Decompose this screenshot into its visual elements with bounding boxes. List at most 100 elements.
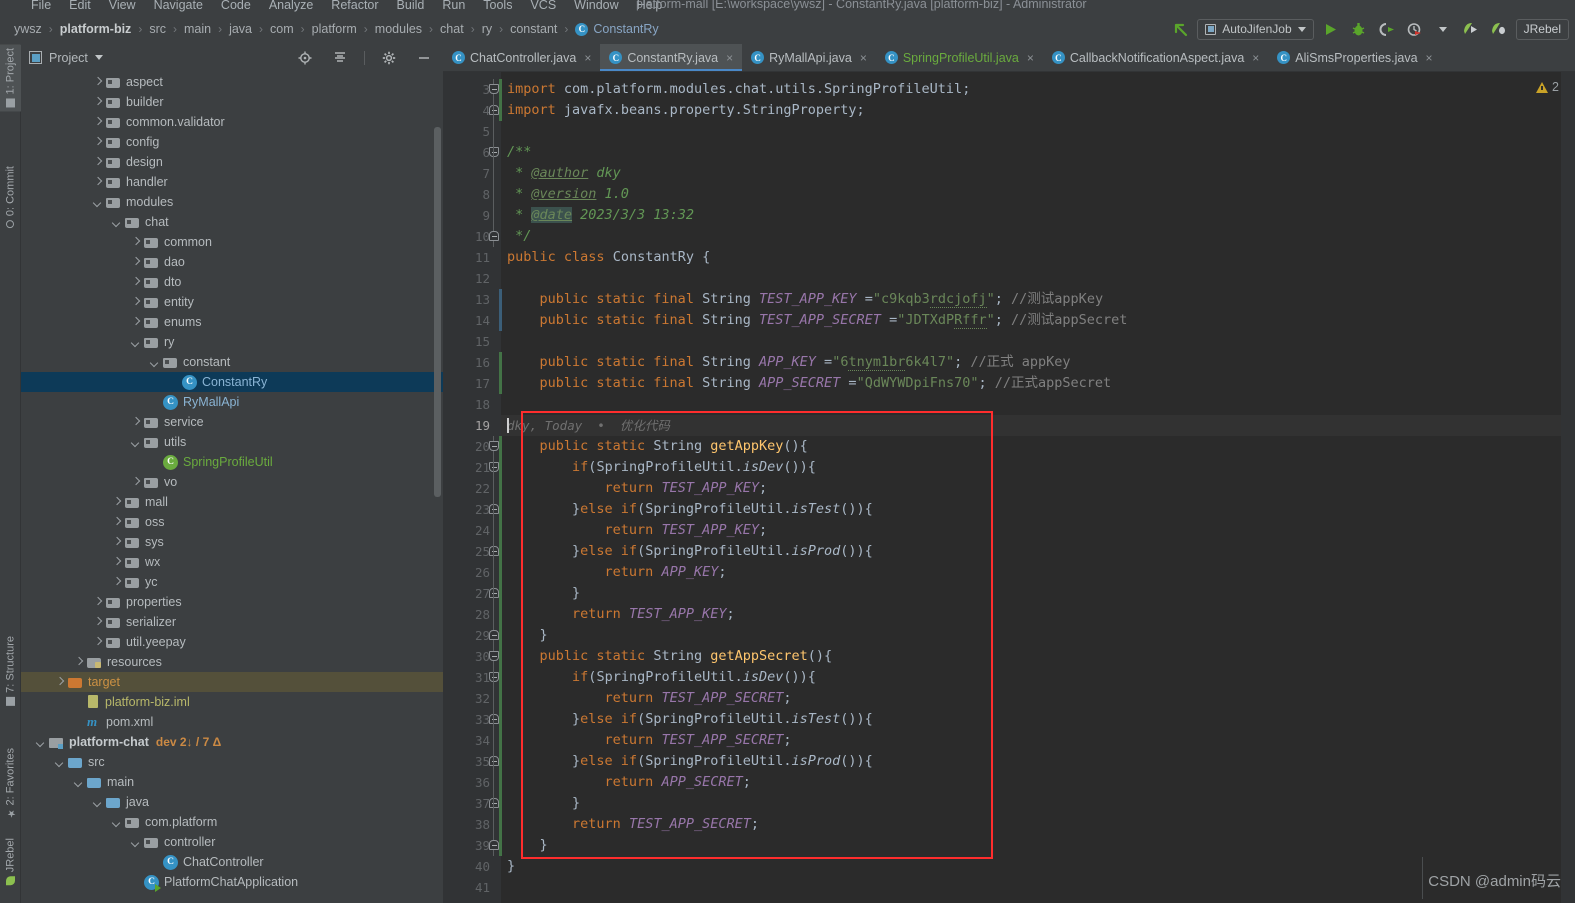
menu-item-tools[interactable]: Tools [474, 0, 521, 14]
tree-item-yc[interactable]: yc [21, 572, 443, 592]
tree-item-util-yeepay[interactable]: util.yeepay [21, 632, 443, 652]
editor-tab-alismsproperties-java[interactable]: C AliSmsProperties.java × [1268, 44, 1441, 71]
breadcrumb-item-main[interactable]: main [184, 22, 211, 36]
tree-item-ry[interactable]: ry [21, 332, 443, 352]
breadcrumb-item-modules[interactable]: modules [375, 22, 422, 36]
tree-item-serializer[interactable]: serializer [21, 612, 443, 632]
tree-item-aspect[interactable]: aspect [21, 72, 443, 92]
tool-window-button-jrebel[interactable]: JRebel [0, 834, 21, 889]
tree-item-enums[interactable]: enums [21, 312, 443, 332]
code-editor[interactable]: 3 4 5 6 7 8 9 10 11 12 13 14 15 16 17 18 19 20 21 22 23 24 25 2… [443, 72, 1575, 903]
tree-item-pom-xml[interactable]: m pom.xml [21, 712, 443, 732]
code-fold-marker[interactable] [488, 835, 499, 856]
chevron-down-icon[interactable] [1432, 18, 1454, 40]
tree-item-config[interactable]: config [21, 132, 443, 152]
editor-tab-bar[interactable]: C ChatController.java × C ConstantRy.java × C R… [443, 44, 1575, 72]
tree-item-common[interactable]: common [21, 232, 443, 252]
vcs-change-marker[interactable] [499, 352, 502, 394]
code-content[interactable]: import com.platform.modules.chat.utils.S… [501, 72, 1575, 903]
chevron-right-icon[interactable] [111, 577, 122, 588]
chevron-right-icon[interactable] [92, 117, 103, 128]
editor-tab-rymallapi-java[interactable]: C RyMallApi.java × [742, 44, 876, 71]
run-configuration-selector[interactable]: AutoJifenJob [1197, 18, 1314, 40]
tree-item-oss[interactable]: oss [21, 512, 443, 532]
tree-item-resources[interactable]: resources [21, 652, 443, 672]
tree-item-design[interactable]: design [21, 152, 443, 172]
tree-item-service[interactable]: service [21, 412, 443, 432]
tool-window-button-7--structure[interactable]: 7: Structure [0, 632, 21, 710]
chevron-right-icon[interactable] [92, 97, 103, 108]
tree-item-constant[interactable]: constant [21, 352, 443, 372]
chevron-down-icon[interactable] [92, 797, 103, 808]
tree-item-sys[interactable]: sys [21, 532, 443, 552]
hide-panel-icon[interactable] [413, 47, 435, 69]
tree-item-main[interactable]: main [21, 772, 443, 792]
menu-item-file[interactable]: File [22, 0, 60, 14]
vcs-change-marker[interactable] [499, 289, 502, 331]
tree-item-chat[interactable]: chat [21, 212, 443, 232]
tree-item-src[interactable]: src [21, 752, 443, 772]
close-icon[interactable]: × [860, 51, 867, 65]
tree-item-entity[interactable]: entity [21, 292, 443, 312]
arrow-up-left-icon[interactable] [1169, 18, 1191, 40]
menu-item-window[interactable]: Window [565, 0, 627, 14]
tool-window-button-2--favorites[interactable]: ★ 2: Favorites [0, 744, 21, 822]
close-icon[interactable]: × [584, 51, 591, 65]
chevron-right-icon[interactable] [54, 677, 65, 688]
chevron-right-icon[interactable] [111, 537, 122, 548]
jrebel-debug-icon[interactable] [1488, 18, 1510, 40]
chevron-down-icon[interactable] [54, 757, 65, 768]
tool-window-button-0--commit[interactable]: 0: Commit [0, 162, 21, 232]
chevron-down-icon[interactable] [130, 437, 141, 448]
tree-item-handler[interactable]: handler [21, 172, 443, 192]
breadcrumb-item-src[interactable]: src [149, 22, 166, 36]
tree-item-builder[interactable]: builder [21, 92, 443, 112]
menu-item-edit[interactable]: Edit [60, 0, 100, 14]
editor-tab-springprofileutil-java[interactable]: C SpringProfileUtil.java × [876, 44, 1043, 71]
breadcrumb-item-chat[interactable]: chat [440, 22, 464, 36]
tool-window-button-persistence[interactable]: Persistence [0, 899, 21, 903]
tree-item-utils[interactable]: utils [21, 432, 443, 452]
chevron-right-icon[interactable] [73, 657, 84, 668]
chevron-right-icon[interactable] [130, 237, 141, 248]
menu-bar[interactable]: File Edit View Navigate Code Analyze Refactor B… [22, 0, 671, 14]
chevron-down-icon[interactable] [130, 337, 141, 348]
chevron-right-icon[interactable] [130, 257, 141, 268]
tree-item-constantry[interactable]: C ConstantRy [21, 372, 443, 392]
chevron-down-icon[interactable] [111, 217, 122, 228]
close-icon[interactable]: × [1426, 51, 1433, 65]
chevron-right-icon[interactable] [130, 317, 141, 328]
breadcrumb-item-com[interactable]: com [270, 22, 294, 36]
tree-item-java[interactable]: java [21, 792, 443, 812]
chevron-right-icon[interactable] [111, 557, 122, 568]
breadcrumb-item-platform-biz[interactable]: platform-biz [60, 22, 132, 36]
vcs-change-marker[interactable] [499, 436, 502, 856]
code-fold-marker[interactable] [488, 226, 499, 247]
code-fold-marker[interactable] [488, 79, 499, 100]
chevron-down-icon[interactable] [73, 777, 84, 788]
tree-item-chatcontroller[interactable]: C ChatController [21, 852, 443, 872]
tree-item-properties[interactable]: properties [21, 592, 443, 612]
chevron-right-icon[interactable] [92, 617, 103, 628]
tree-item-springprofileutil[interactable]: C SpringProfileUtil [21, 452, 443, 472]
menu-item-build[interactable]: Build [388, 0, 434, 14]
chevron-right-icon[interactable] [130, 417, 141, 428]
close-icon[interactable]: × [1252, 51, 1259, 65]
editor-tab-constantry-java[interactable]: C ConstantRy.java × [600, 44, 743, 71]
tree-item-dto[interactable]: dto [21, 272, 443, 292]
breadcrumb-item-ry[interactable]: ry [482, 22, 492, 36]
collapse-all-icon[interactable] [329, 47, 351, 69]
inspection-warning-badge[interactable]: 2 [1536, 80, 1559, 94]
tree-item-modules[interactable]: modules [21, 192, 443, 212]
project-tree[interactable]: aspect builder common.validator config desig… [21, 71, 443, 903]
breadcrumb-item-java[interactable]: java [229, 22, 252, 36]
editor-tab-chatcontroller-java[interactable]: C ChatController.java × [443, 44, 600, 71]
menu-item-navigate[interactable]: Navigate [145, 0, 212, 14]
breadcrumb[interactable]: ywsz › platform-biz › src › main › java › com › plat… [14, 22, 659, 36]
chevron-right-icon[interactable] [92, 637, 103, 648]
editor-tab-callbacknotificationaspect-java[interactable]: C CallbackNotificationAspect.java × [1043, 44, 1268, 71]
vcs-change-marker[interactable] [499, 79, 502, 121]
chevron-down-icon[interactable] [92, 197, 103, 208]
chevron-down-icon[interactable] [130, 837, 141, 848]
breadcrumb-item-constant[interactable]: constant [510, 22, 557, 36]
